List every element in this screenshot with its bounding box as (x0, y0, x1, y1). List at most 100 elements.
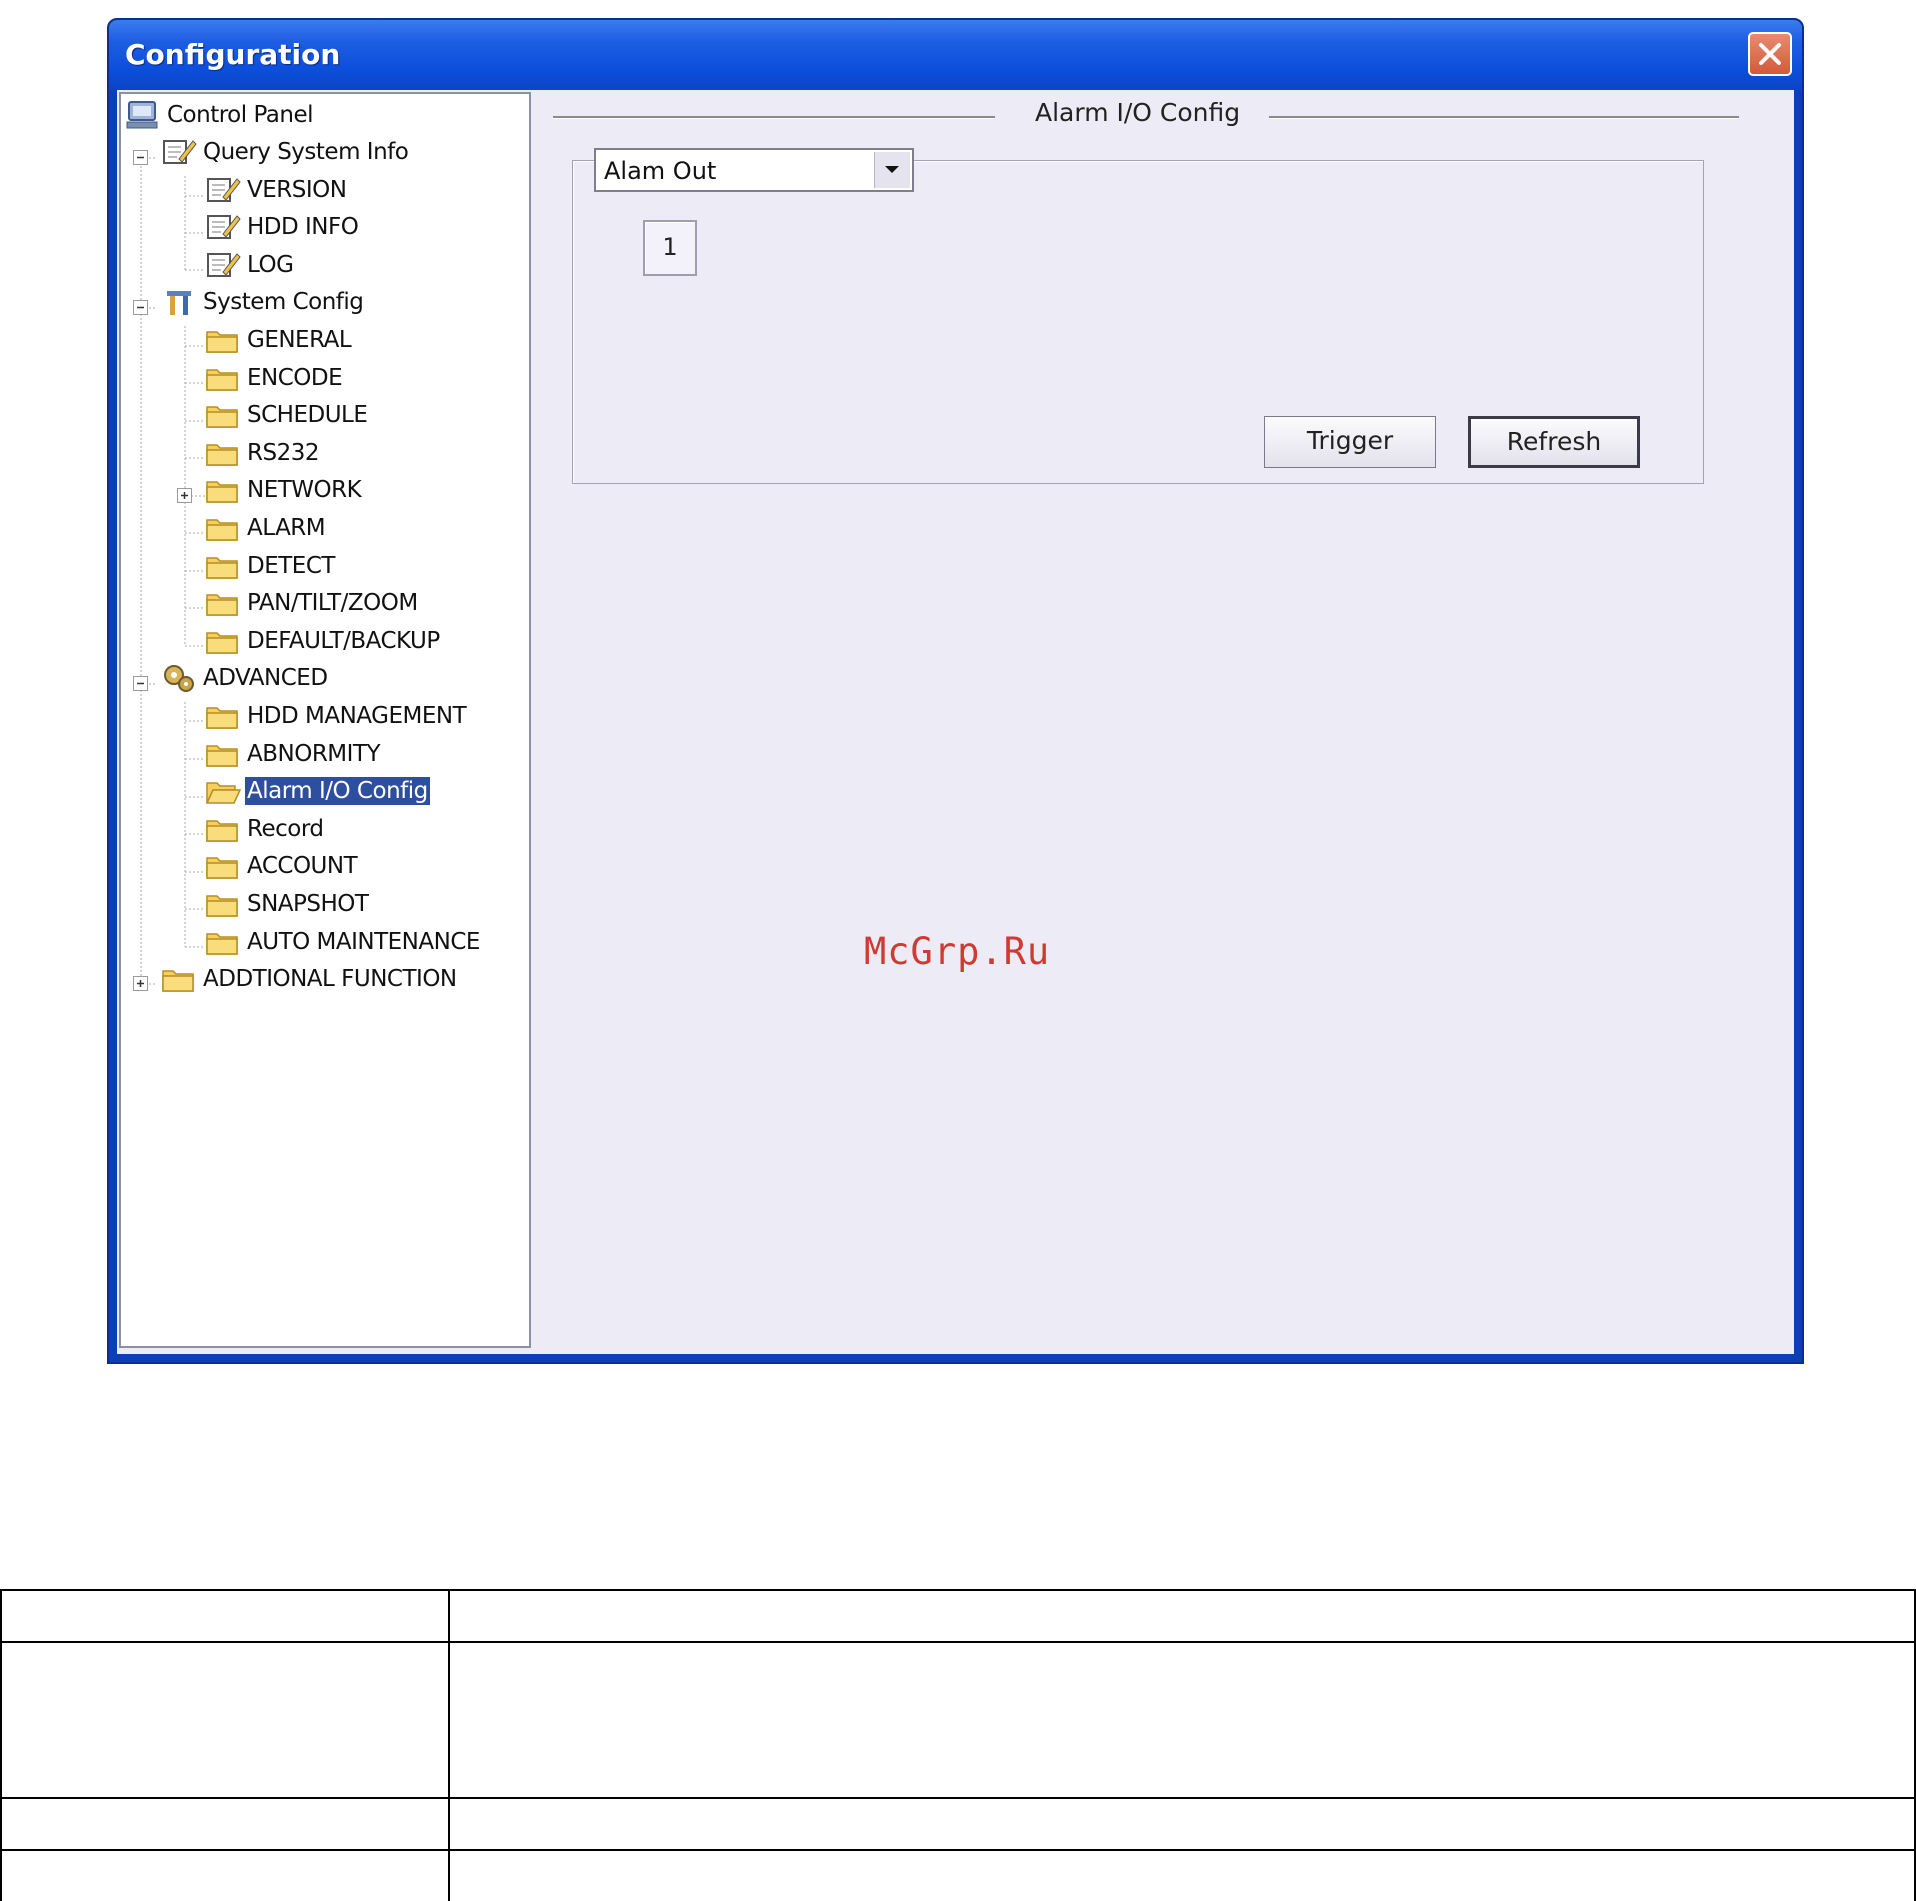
table-cell (448, 1641, 1916, 1799)
tree-label: VERSION (247, 176, 347, 203)
trigger-button[interactable]: Trigger (1264, 416, 1436, 468)
folder-icon (205, 363, 241, 393)
folder-icon (205, 400, 241, 430)
tree-item-default-backup[interactable]: DEFAULT/BACKUP (205, 624, 442, 658)
folder-icon (161, 964, 197, 994)
table-cell (448, 1589, 1916, 1643)
minus-icon (137, 156, 144, 159)
tree-group-query-system-info[interactable]: Query System Info (161, 135, 410, 169)
tree-item-detect[interactable]: DETECT (205, 549, 337, 583)
tree-label: DEFAULT/BACKUP (247, 627, 440, 654)
collapse-toggle-query-system-info[interactable] (133, 150, 148, 165)
alarm-type-value: Alam Out (604, 157, 717, 185)
tree-item-version[interactable]: VERSION (205, 173, 348, 207)
tree-label: ADDTIONAL FUNCTION (203, 966, 457, 993)
tree-item-hdd-info[interactable]: HDD INFO (205, 210, 360, 244)
tree-label: Record (247, 815, 324, 842)
table-cell (0, 1797, 450, 1851)
notepad-icon (205, 250, 241, 280)
minus-icon (137, 306, 144, 309)
folder-icon (205, 475, 241, 505)
tree-item-schedule[interactable]: SCHEDULE (205, 398, 369, 432)
tree-label: Query System Info (203, 139, 409, 165)
open-folder-icon (205, 776, 242, 806)
tree-label: ALARM (247, 515, 326, 541)
folder-icon (205, 739, 241, 769)
tree-item-record[interactable]: Record (205, 812, 325, 846)
tree-item-network[interactable]: NETWORK (205, 473, 363, 507)
plus-icon (181, 492, 188, 499)
tree-root-control-panel[interactable]: Control Panel (125, 98, 315, 132)
alarm-channel-1-toggle[interactable]: 1 (643, 220, 697, 276)
gears-icon (161, 663, 197, 693)
tree-item-account[interactable]: ACCOUNT (205, 849, 359, 883)
tree-label: ABNORMITY (247, 740, 381, 767)
tree-item-abnormity[interactable]: ABNORMITY (205, 737, 382, 771)
tree-label: SNAPSHOT (247, 891, 369, 917)
tree-label: ENCODE (247, 364, 343, 391)
tree-label: HDD MANAGEMENT (247, 703, 467, 729)
refresh-button[interactable]: Refresh (1468, 416, 1640, 468)
close-button[interactable] (1748, 32, 1792, 76)
tree-group-advanced[interactable]: ADVANCED (161, 661, 330, 695)
tree-group-addtional-function[interactable]: ADDTIONAL FUNCTION (161, 962, 459, 996)
dropdown-arrow-icon[interactable] (874, 152, 910, 188)
table-cell (0, 1849, 450, 1901)
watermark-text: McGrp.Ru (864, 930, 1051, 973)
table-row (0, 1849, 1916, 1901)
client-area: Control Panel Query System Info VERSION HD… (117, 90, 1794, 1354)
folder-icon (205, 626, 241, 656)
tree-label: DETECT (247, 552, 335, 579)
tree-item-encode[interactable]: ENCODE (205, 361, 344, 395)
tree-item-auto-maintenance[interactable]: AUTO MAINTENANCE (205, 925, 482, 959)
page: Configuration Control Panel Query System… (0, 0, 1916, 1901)
notepad-icon (205, 212, 241, 242)
tree-item-log[interactable]: LOG (205, 248, 295, 282)
folder-icon (205, 513, 241, 543)
folder-icon (205, 325, 241, 355)
minus-icon (137, 682, 144, 685)
tree-label: AUTO MAINTENANCE (247, 928, 480, 955)
tools-icon (161, 287, 197, 317)
close-icon (1759, 43, 1781, 65)
title-bar[interactable]: Configuration (109, 20, 1802, 90)
tree-item-snapshot[interactable]: SNAPSHOT (205, 887, 370, 921)
expand-toggle-addtional-function[interactable] (133, 976, 148, 991)
tree-label: HDD INFO (247, 214, 359, 241)
tree-label: Control Panel (167, 102, 314, 128)
folder-icon (205, 438, 241, 468)
tree-item-hdd-management[interactable]: HDD MANAGEMENT (205, 699, 468, 733)
collapse-toggle-system-config[interactable] (133, 300, 148, 315)
tree-label: NETWORK (247, 477, 362, 504)
folder-icon (205, 551, 241, 581)
tree-label: SCHEDULE (247, 402, 368, 429)
plus-icon (137, 980, 144, 987)
collapse-toggle-advanced[interactable] (133, 676, 148, 691)
computer-icon (125, 100, 161, 130)
folder-icon (205, 814, 241, 844)
expand-toggle-network[interactable] (177, 488, 192, 503)
configuration-window: Configuration Control Panel Query System… (107, 18, 1804, 1364)
folder-icon (205, 588, 241, 618)
tree-label: Alarm I/O Config (245, 777, 430, 806)
panel-header-rule-left (553, 116, 995, 119)
window-title: Configuration (125, 38, 341, 71)
tree-item-rs232[interactable]: RS232 (205, 436, 321, 470)
tree-item-general[interactable]: GENERAL (205, 323, 353, 357)
table-cell (0, 1641, 450, 1799)
alarm-type-select[interactable]: Alam Out (594, 148, 914, 192)
tree-item-alarm-i-o-config[interactable]: Alarm I/O Config (205, 774, 430, 808)
folder-icon (205, 851, 241, 881)
document-table (0, 1589, 1916, 1901)
tree-item-alarm[interactable]: ALARM (205, 511, 327, 545)
folder-icon (205, 889, 241, 919)
table-cell (448, 1849, 1916, 1901)
navigation-tree: Control Panel Query System Info VERSION HD… (119, 92, 531, 1348)
table-row (0, 1797, 1916, 1851)
tree-label: ADVANCED (203, 665, 328, 692)
tree-label: RS232 (247, 439, 319, 466)
tree-group-system-config[interactable]: System Config (161, 285, 365, 319)
tree-item-pan-tilt-zoom[interactable]: PAN/TILT/ZOOM (205, 586, 420, 620)
tree-label: LOG (247, 251, 294, 278)
table-row (0, 1641, 1916, 1799)
